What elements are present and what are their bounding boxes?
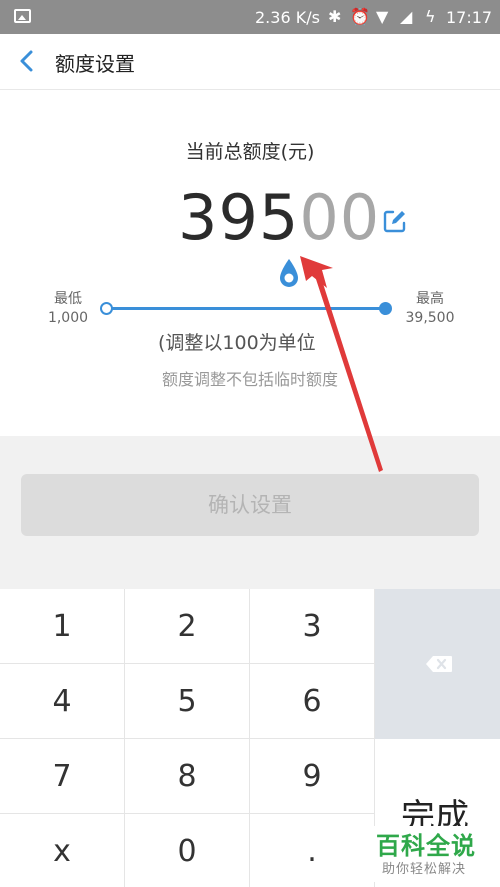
min-limit-title: 最低 [54,291,82,307]
unit-note: (调整以100为单位 [158,332,316,354]
key-9[interactable]: 9 [250,739,375,814]
page-title: 额度设置 [55,52,135,76]
signal-icon: ◢ [400,7,413,26]
confirm-settings-button[interactable]: 确认设置 [21,474,479,536]
network-speed: 2.36 K/s [255,8,320,27]
limit-amount-digits: 395 [178,181,300,254]
delete-key[interactable] [375,589,500,739]
limit-panel: 当前总额度(元) 39500 最低 1,000 最高 39,500 (调整以10… [0,91,500,436]
key-dot[interactable]: . [250,814,375,887]
clock: 17:17 [446,8,493,27]
slider-min-dot [100,302,113,315]
max-limit-title: 最高 [416,291,444,307]
slider-thumb-drop-icon[interactable] [277,257,301,289]
temporary-limit-note: 额度调整不包括临时额度 [161,370,338,389]
key-6[interactable]: 6 [250,664,375,739]
bluetooth-icon: ✱ [328,7,342,26]
limit-amount-fixed-zeros: 00 [299,181,381,254]
key-2[interactable]: 2 [125,589,250,664]
watermark: 百科全说 助你轻松解决 [374,826,494,882]
key-4[interactable]: 4 [0,664,125,739]
status-bar: 2.36 K/s ✱ ⏰ ▼ ◢ ϟ 17:17 [0,0,500,34]
watermark-title: 百科全说 [376,832,476,860]
key-1[interactable]: 1 [0,589,125,664]
limit-slider-track[interactable] [106,307,386,310]
key-0[interactable]: 0 [125,814,250,887]
image-notification-icon [14,9,31,23]
slider-max-dot [379,302,392,315]
confirm-area: 确认设置 [0,436,500,589]
app-header: 额度设置 [0,34,500,90]
max-limit: 最高 39,500 [400,290,460,328]
min-limit-value: 1,000 [47,310,89,326]
backspace-icon [426,656,452,672]
min-limit: 最低 1,000 [40,290,96,328]
watermark-subtitle: 助你轻松解决 [382,862,467,877]
key-7[interactable]: 7 [0,739,125,814]
edit-icon[interactable] [382,208,408,234]
total-limit-label: 当前总额度(元) [185,141,315,163]
battery-charging-icon: ϟ [425,7,436,26]
wifi-icon: ▼ [376,7,389,26]
max-limit-value: 39,500 [405,310,455,326]
key-8[interactable]: 8 [125,739,250,814]
key-3[interactable]: 3 [250,589,375,664]
limit-amount: 39500 [178,181,380,254]
alarm-icon: ⏰ [350,7,370,26]
key-5[interactable]: 5 [125,664,250,739]
back-icon[interactable] [17,49,37,73]
key-x[interactable]: x [0,814,125,887]
